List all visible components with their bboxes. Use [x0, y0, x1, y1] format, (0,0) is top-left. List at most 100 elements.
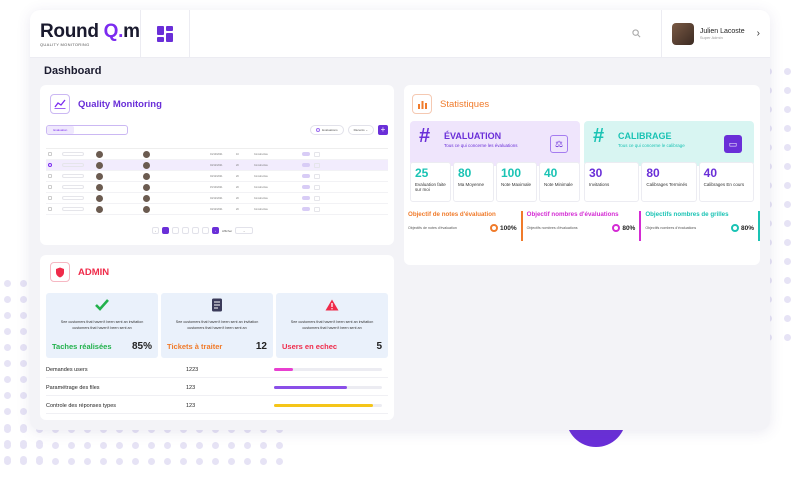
user-name: Julien Lacoste	[699, 27, 745, 35]
row-more-button[interactable]	[314, 195, 320, 201]
admin-row[interactable]: Controle des réponses types 123	[46, 398, 388, 414]
row-action-button[interactable]	[302, 152, 310, 156]
filter-button[interactable]: Evaluations	[310, 125, 344, 135]
panel-subtitle: Tous ce qui concerne le calibrage	[618, 143, 685, 148]
quality-monitoring-card: Quality Monitoring Evaluation Evaluation…	[40, 85, 394, 245]
page-title: Dashboard	[44, 65, 102, 77]
segment-tab[interactable]	[74, 126, 101, 134]
hash-icon: #	[593, 125, 605, 147]
table-row[interactable]: 04/12/2021 20 Constructive	[46, 204, 388, 215]
logo-q: Q.	[103, 20, 124, 42]
kpi-label: Note Maximale	[501, 182, 532, 187]
objective-subtitle: Objectifs nombres d'évaluations	[645, 226, 697, 230]
evaluation-panel: # ÉVALUATION Tous ce qui concerne les év…	[410, 121, 580, 166]
kpi-value: 80	[646, 166, 660, 180]
objectives-row: Objectif de notes d'évaluation Objectifs…	[404, 211, 761, 241]
qm-toolbar: Evaluation Evaluations Récents ⌄ +	[46, 123, 388, 137]
row-more-button[interactable]	[314, 173, 320, 179]
row-action-button[interactable]	[302, 163, 310, 167]
progress-fill	[274, 404, 374, 407]
progress-ring-icon	[731, 224, 739, 232]
table-row[interactable]: 04/12/2021 20 Constructive	[46, 193, 388, 204]
tile-description: See customers that haven't been sent an …	[175, 320, 259, 330]
sort-select[interactable]: Récents ⌄	[347, 125, 374, 135]
row-more-button[interactable]	[314, 184, 320, 190]
admin-tile[interactable]: See customers that haven't been sent an …	[161, 293, 273, 358]
page-button[interactable]	[182, 227, 189, 234]
panel-title: CALIBRAGE	[618, 131, 672, 141]
add-button[interactable]: +	[378, 125, 388, 135]
page-button[interactable]	[202, 227, 209, 234]
kpi-value: 25	[415, 166, 429, 180]
next-page-button[interactable]: ›	[212, 227, 219, 234]
kpi-value: 40	[703, 166, 718, 180]
admin-tile[interactable]: See customers that haven't been sent an …	[276, 293, 388, 358]
shield-icon	[50, 262, 70, 282]
pagination: ‹ › Afficher ⌄	[152, 227, 254, 234]
page-button[interactable]	[192, 227, 199, 234]
admin-tile[interactable]: See customers that haven't been sent an …	[46, 293, 158, 358]
progress-ring-icon	[490, 224, 499, 232]
objective-percent: 100%	[500, 224, 517, 232]
evaluation-kpis: 25 Evaluation faite sur moi 80 Ma Moyenne …	[410, 162, 580, 202]
tile-value: 5	[376, 341, 382, 352]
table-row[interactable]: 15/10/2021 20 Constructive	[46, 182, 388, 193]
balance-scale-icon: ⚖	[550, 135, 568, 153]
tile-label: Taches réalisées	[52, 342, 112, 351]
hash-icon: #	[419, 125, 431, 147]
admin-row-label: Demandes users	[46, 366, 88, 373]
row-more-button[interactable]	[314, 162, 320, 168]
search-icon[interactable]	[627, 24, 647, 44]
segment-tab[interactable]	[100, 126, 127, 134]
brand-logo[interactable]: Round Q.m QUALITY MONITORING	[30, 21, 140, 47]
admin-row-value: 123	[186, 384, 196, 391]
page-size-label: Afficher	[222, 228, 233, 233]
row-date: 04/12/2021	[210, 196, 223, 200]
tile-description: See customers that haven't been sent an …	[60, 320, 144, 330]
table-row[interactable]: 01/10/2021 10 Constructive	[46, 149, 388, 160]
page-button[interactable]	[172, 227, 179, 234]
evaluations-table: 01/10/2021 10 Constructive 04/12/2021 20 Con…	[46, 143, 388, 215]
kpi-value: 80	[458, 166, 472, 180]
row-more-button[interactable]	[314, 151, 320, 157]
table-row[interactable]: 04/12/2021 20 Constructive	[46, 171, 388, 182]
row-action-button[interactable]	[302, 174, 310, 178]
row-evaluation: Constructive	[254, 185, 268, 189]
kpi-value: 100	[501, 166, 522, 180]
laptop-icon: ▭	[724, 135, 742, 153]
page-size-select[interactable]: ⌄	[235, 227, 254, 234]
row-date: 01/10/2021	[210, 152, 223, 156]
progress-bar	[274, 404, 382, 407]
progress-fill	[274, 368, 294, 371]
tile-value: 85%	[131, 341, 152, 352]
sort-label: Récents	[353, 128, 365, 132]
tile-description: See customers that haven't been sent an …	[290, 320, 374, 330]
kpi-value: 30	[589, 166, 603, 180]
admin-row-label: Controle des réponses types	[46, 402, 117, 409]
row-more-button[interactable]	[314, 206, 320, 212]
check-icon	[94, 297, 110, 313]
avatar	[671, 22, 694, 45]
kpi-label: Ma Moyenne	[458, 182, 485, 187]
kpi-box: 80 Calibrages Terminés	[641, 162, 697, 202]
kpi-box: 30 Invitations	[584, 162, 640, 202]
apps-grid-button[interactable]	[140, 10, 190, 58]
row-date: 04/12/2021	[210, 163, 223, 167]
view-segment-control[interactable]: Evaluation	[46, 125, 128, 135]
row-evaluation: Constructive	[254, 196, 268, 200]
row-number: 20	[236, 185, 239, 189]
admin-row[interactable]: Demandes users 1223	[46, 362, 388, 378]
row-action-button[interactable]	[302, 185, 310, 189]
panel-title: ÉVALUATION	[444, 131, 502, 141]
user-menu[interactable]: Julien Lacoste Super Admin ›	[660, 10, 770, 58]
row-date: 04/12/2021	[210, 174, 223, 178]
segment-tab[interactable]: Evaluation	[47, 126, 74, 134]
table-row[interactable]: 04/12/2021 20 Constructive	[46, 160, 388, 171]
row-action-button[interactable]	[302, 207, 310, 211]
card-title: ADMIN	[78, 266, 110, 278]
row-action-button[interactable]	[302, 196, 310, 200]
card-title: Quality Monitoring	[78, 98, 162, 110]
prev-page-button[interactable]: ‹	[152, 227, 159, 234]
page-button[interactable]	[162, 227, 169, 234]
admin-row[interactable]: Paramétrage des files 123	[46, 380, 388, 396]
